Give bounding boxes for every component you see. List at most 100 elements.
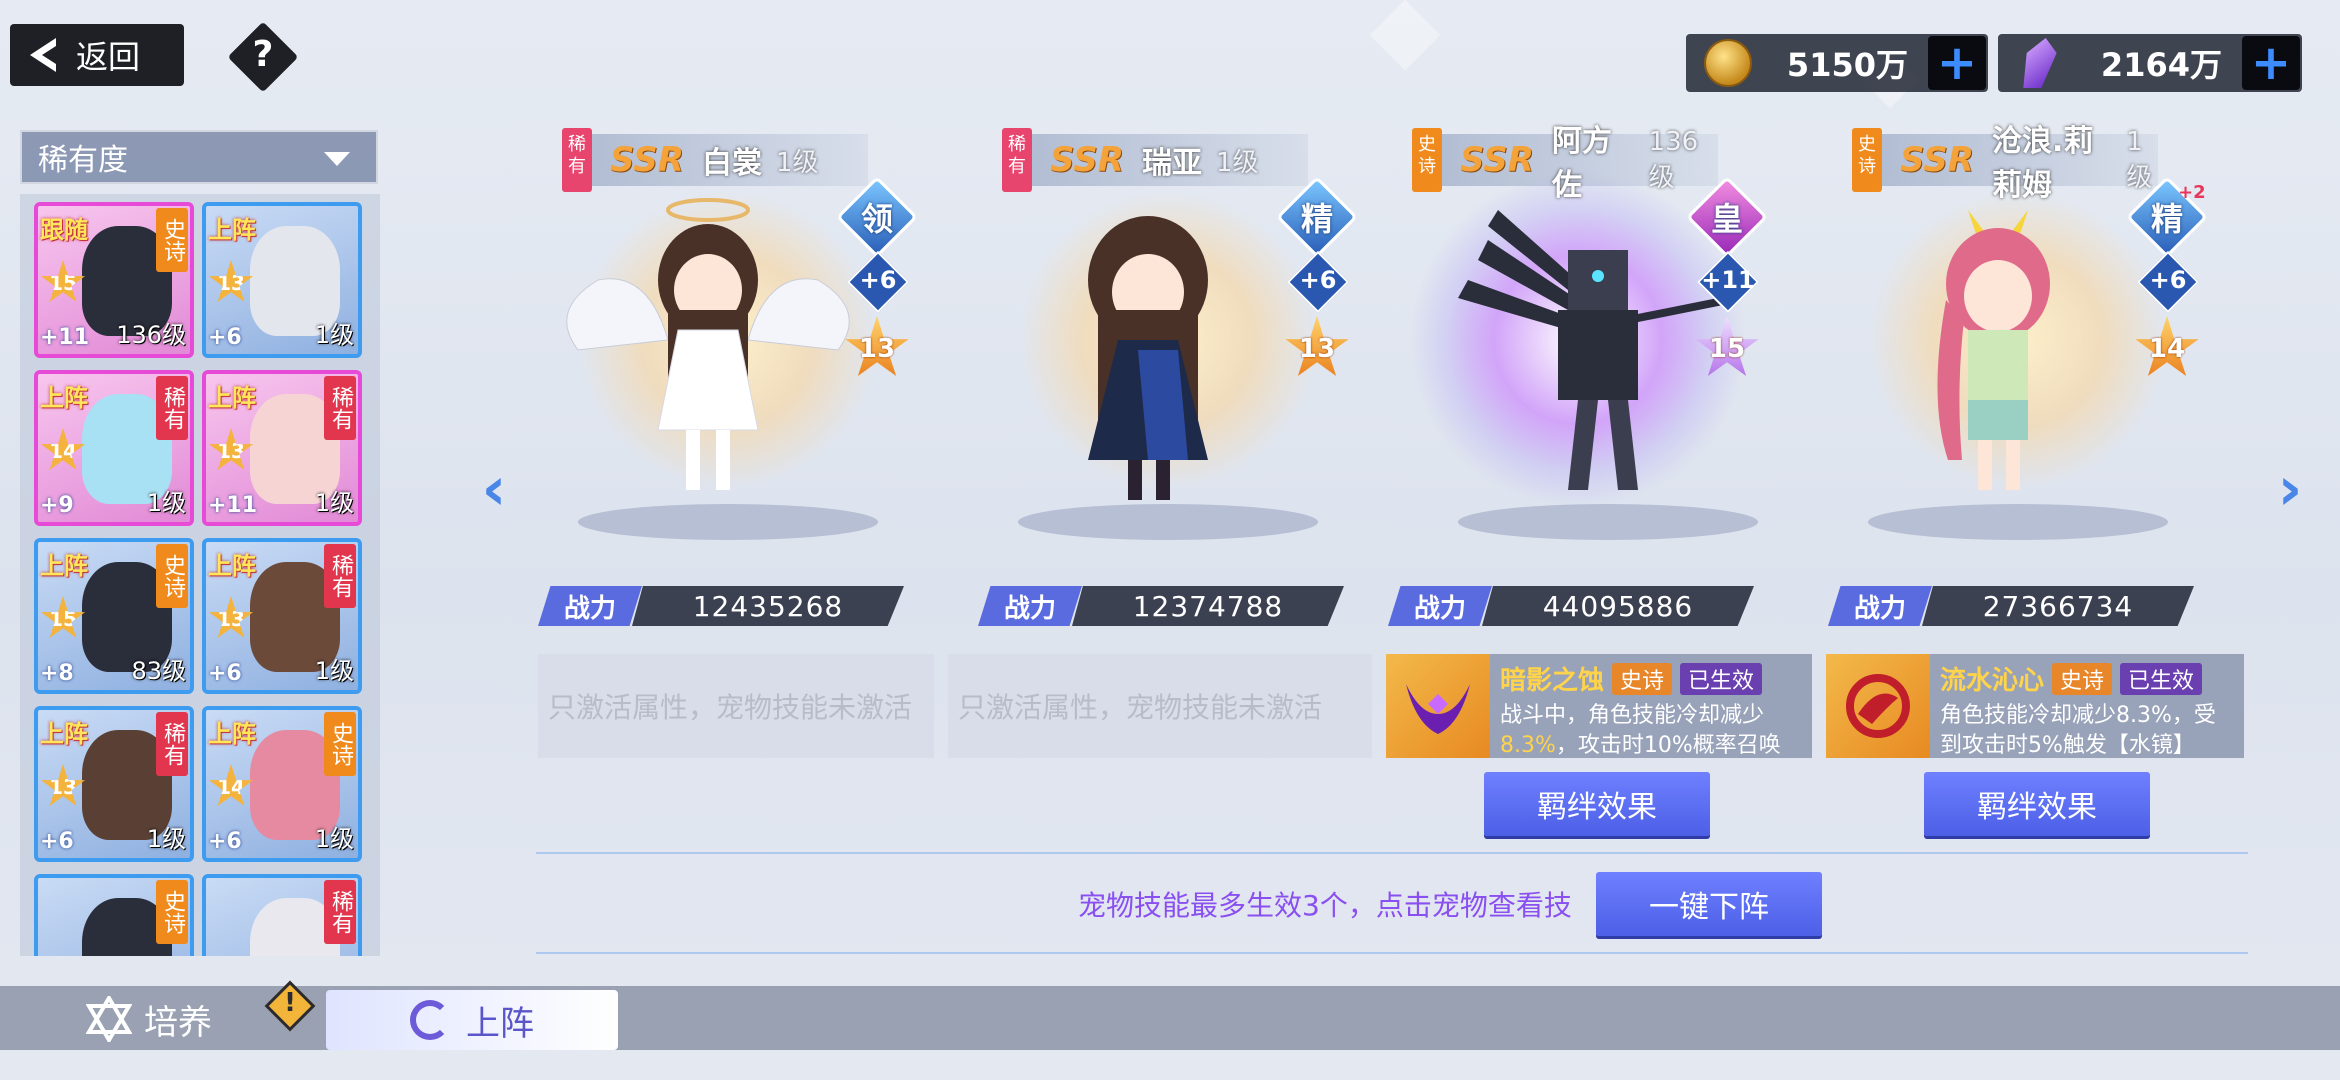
rarity-tag: 稀有 (1002, 128, 1032, 192)
star-of-david-icon (86, 996, 132, 1042)
pet-quality: 史诗 (1612, 662, 1673, 695)
add-crystal-button[interactable]: + (2242, 35, 2300, 91)
undeploy-all-button[interactable]: 一键下阵 (1596, 872, 1822, 936)
roster-card[interactable]: 上阵 稀有 14 +9 1级 (34, 370, 194, 526)
roster-card[interactable]: 上阵 稀有 13 +6 1级 (34, 706, 194, 862)
roster-card[interactable]: 上阵 13 +6 1级 (202, 202, 362, 358)
roster-card[interactable]: 上阵 稀有 13 +6 1级 (202, 538, 362, 694)
prev-arrow-icon[interactable]: ‹ (466, 454, 522, 524)
hero-level: 1级 (775, 147, 819, 178)
star-text: 13 (1298, 334, 1336, 364)
pet-emblem-icon (1406, 684, 1470, 734)
rarity-tag: 史诗 (1412, 128, 1442, 192)
hero-header: 史诗 SSR 阿方佐 136级 (1412, 124, 1718, 203)
dropdown-arrow-icon (324, 152, 350, 166)
hero-level: 1级 (146, 825, 186, 853)
hero-figure-ruiya (1088, 216, 1208, 500)
hero-slot-3[interactable]: 史诗 SSR 阿方佐 136级 皇 +11 15 战力 44095886 暗影之… (1386, 124, 1812, 930)
pet-desc-b: ，攻击时10%概率召唤 (1555, 733, 1781, 758)
hero-level: 1级 (314, 657, 354, 685)
deploy-status: 跟随 (40, 216, 88, 244)
star-badge: 13 (40, 764, 86, 806)
pet-desc-b: 到攻击时5%触发【水镜】 (1940, 733, 2195, 758)
help-button[interactable]: ? (227, 21, 299, 93)
rank-text: 领 (860, 200, 893, 238)
star-text: 15 (1708, 334, 1746, 364)
roster-card[interactable]: 稀有 (202, 874, 362, 956)
rank-sup: +2 (2178, 182, 2206, 203)
roster-card[interactable]: 跟随 史诗 15 +11 136级 (34, 202, 194, 358)
pet-desc-a: 角色技能冷却减少8.3%，受 (1940, 703, 2216, 728)
star-badge: 13 (208, 596, 254, 638)
star-badge: 13 (208, 260, 254, 302)
star-badge: 14 (40, 428, 86, 470)
rarity-tag: 稀有 (156, 376, 188, 440)
hero-level: 1级 (314, 321, 354, 349)
hero-slot-1[interactable]: 稀有 SSR 白裳 1级 领 +6 13 战力 12435268 只激活属性，宠… (538, 128, 958, 930)
pet-inactive-notice: 只激活属性，宠物技能未激活 (538, 654, 934, 758)
rarity-sort-dropdown[interactable]: 稀有度 (20, 130, 378, 184)
deploy-status: 上阵 (208, 720, 256, 748)
next-arrow-icon[interactable]: › (2262, 454, 2318, 524)
star-badge: 14 (208, 764, 254, 806)
pet-skill-card[interactable]: 流水沁心 史诗 已生效 角色技能冷却减少8.3%，受 到攻击时5%触发【水镜】 (1826, 654, 2244, 758)
gold-coin-icon (1704, 39, 1752, 87)
rarity-tag: 稀有 (156, 712, 188, 776)
back-label: 返回 (76, 38, 141, 76)
tab-deploy[interactable]: 上阵 (326, 990, 618, 1050)
hero-header: 稀有 SSR 瑞亚 1级 (1002, 128, 1308, 192)
sort-label: 稀有度 (38, 143, 128, 178)
hero-level: 1级 (2126, 126, 2153, 193)
pet-title-row: 暗影之蚀 史诗 已生效 (1500, 660, 1802, 697)
power-bar: 战力 12435268 (538, 586, 904, 626)
power-value: 44095886 (1482, 586, 1754, 626)
hero-slot-4[interactable]: 史诗 SSR 沧浪.莉莉姆 1级 精 +2 +6 14 战力 27366734 … (1826, 124, 2248, 930)
hero-slot-2[interactable]: 稀有 SSR 瑞亚 1级 精 +6 13 战力 12374788 只激活属性，宠… (948, 128, 1398, 930)
hero-level: 1级 (146, 489, 186, 517)
back-button[interactable]: 返回 (10, 24, 184, 86)
plus-text: +6 (2149, 266, 2187, 294)
power-value: 12435268 (632, 586, 904, 626)
star-badge: 15 (40, 260, 86, 302)
rarity-tag: 稀有 (324, 544, 356, 608)
tab-cultivate[interactable]: 培养 (86, 994, 212, 1044)
roster-card[interactable]: 上阵 稀有 13 +11 1级 (202, 370, 362, 526)
pet-title-row: 流水沁心 史诗 已生效 (1940, 660, 2234, 697)
hero-name: 阿方佐 (1551, 124, 1612, 203)
star-text: 13 (858, 334, 896, 364)
power-bar: 战力 27366734 (1828, 586, 2194, 626)
power-label: 战力 (978, 586, 1082, 626)
plus-level: +8 (40, 661, 74, 686)
plus-level: +6 (208, 661, 242, 686)
pet-skill-card[interactable]: 暗影之蚀 史诗 已生效 战斗中，角色技能冷却减少 8.3%，攻击时10%概率召唤 (1386, 654, 1812, 758)
warning-mark: ! (284, 988, 296, 1018)
hero-figure-lilim (1937, 210, 2050, 490)
deploy-status: 上阵 (40, 384, 88, 412)
roster-card[interactable]: 上阵 史诗 14 +6 1级 (202, 706, 362, 862)
pet-description: 角色技能冷却减少8.3%，受 到攻击时5%触发【水镜】 (1940, 701, 2234, 761)
pet-desc-highlight: 8.3% (1500, 733, 1556, 758)
pet-emblem-icon (1846, 674, 1910, 738)
hero-level: 83级 (131, 657, 186, 685)
rank-text: 精 (1300, 200, 1333, 238)
pet-skill-tip: 宠物技能最多生效3个，点击宠物查看技 (1078, 889, 1572, 922)
star-badge: 15 (40, 596, 86, 638)
hero-roster[interactable]: 跟随 史诗 15 +11 136级 上阵 13 +6 1级 上阵 稀有 14 +… (20, 194, 380, 956)
plus-level: +6 (208, 829, 242, 854)
divider-top (536, 852, 2248, 854)
add-gold-button[interactable]: + (1928, 35, 1986, 91)
hero-level: 1级 (1215, 147, 1259, 178)
shadow-eclipse-pet-icon (1386, 654, 1490, 758)
rarity-tag: 史诗 (324, 712, 356, 776)
roster-card[interactable]: 上阵 史诗 15 +8 83级 (34, 538, 194, 694)
roster-card[interactable]: 史诗 (34, 874, 194, 956)
bond-effect-button[interactable]: 羁绊效果 (1924, 772, 2150, 836)
pet-description: 战斗中，角色技能冷却减少 8.3%，攻击时10%概率召唤 (1500, 701, 1802, 761)
deploy-status: 上阵 (208, 552, 256, 580)
crystal-currency: 2164万 + (1998, 34, 2302, 92)
pet-status: 已生效 (2120, 662, 2203, 695)
plus-text: +6 (1299, 266, 1337, 294)
rarity-tag: 史诗 (156, 880, 188, 944)
tab-cultivate-label: 培养 (144, 1002, 212, 1043)
bond-effect-button[interactable]: 羁绊效果 (1484, 772, 1710, 836)
